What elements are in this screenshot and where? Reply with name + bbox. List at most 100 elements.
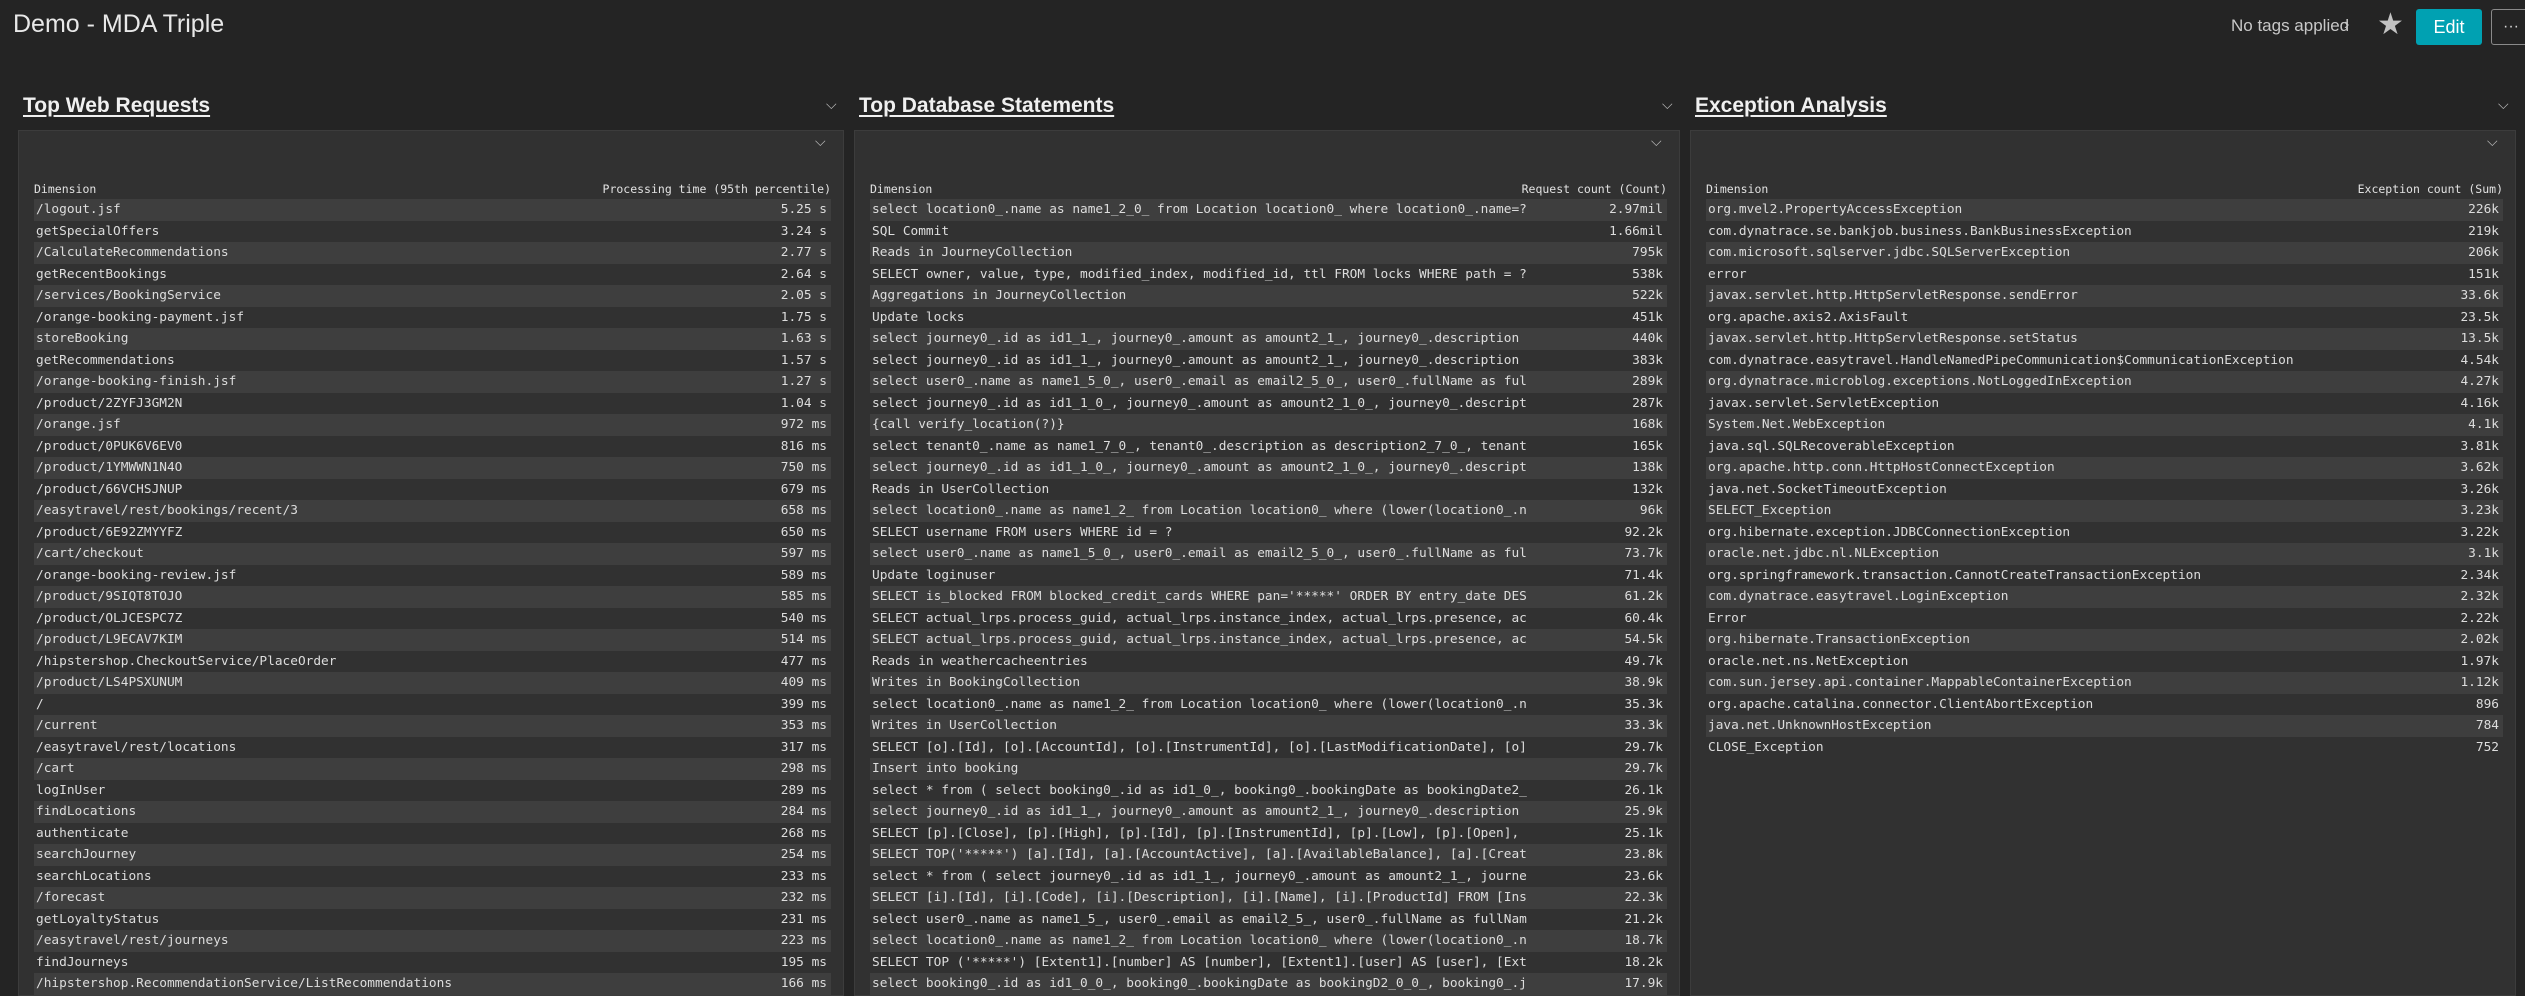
tags-link[interactable]: No tags applied	[2231, 16, 2349, 36]
table-row[interactable]: /product/1YMWWN1N4O 750 ms	[34, 457, 831, 479]
table-row[interactable]: findJourneys 195 ms	[34, 952, 831, 974]
table-row[interactable]: /product/LS4PSXUNUM 409 ms	[34, 672, 831, 694]
chevron-down-icon[interactable]: ⌵	[1662, 96, 1673, 113]
table-row[interactable]: SELECT_Exception 3.23k	[1706, 500, 2503, 522]
table-row[interactable]: Update loginuser 71.4k	[870, 565, 1667, 587]
table-row[interactable]: java.net.SocketTimeoutException 3.26k	[1706, 479, 2503, 501]
chevron-down-icon[interactable]: ⌵	[2498, 96, 2509, 113]
table-row[interactable]: Reads in UserCollection 132k	[870, 479, 1667, 501]
table-row[interactable]: Insert into booking 29.7k	[870, 758, 1667, 780]
table-row[interactable]: org.hibernate.TransactionException 2.02k	[1706, 629, 2503, 651]
table-row[interactable]: /orange-booking-payment.jsf 1.75 s	[34, 307, 831, 329]
table-row[interactable]: /orange.jsf 972 ms	[34, 414, 831, 436]
table-row[interactable]: select location0_.name as name1_2_ from …	[870, 694, 1667, 716]
table-row[interactable]: SELECT [o].[Id], [o].[AccountId], [o].[I…	[870, 737, 1667, 759]
table-row[interactable]: SELECT actual_lrps.process_guid, actual_…	[870, 608, 1667, 630]
table-row[interactable]: Error 2.22k	[1706, 608, 2503, 630]
table-row[interactable]: com.microsoft.sqlserver.jdbc.SQLServerEx…	[1706, 242, 2503, 264]
column-header-value[interactable]: Exception count (Sum)	[2358, 182, 2503, 196]
table-row[interactable]: select user0_.name as name1_5_0_, user0_…	[870, 371, 1667, 393]
table-row[interactable]: /hipstershop.RecommendationService/ListR…	[34, 973, 831, 995]
chevron-down-icon[interactable]: ⌵	[2487, 133, 2498, 150]
table-row[interactable]: select user0_.name as name1_5_, user0_.e…	[870, 909, 1667, 931]
table-row[interactable]: getRecommendations 1.57 s	[34, 350, 831, 372]
table-row[interactable]: javax.servlet.http.HttpServletResponse.s…	[1706, 285, 2503, 307]
table-row[interactable]: SELECT username FROM users WHERE id = ? 9…	[870, 522, 1667, 544]
table-row[interactable]: org.hibernate.exception.JDBCConnectionEx…	[1706, 522, 2503, 544]
table-row[interactable]: java.sql.SQLRecoverableException 3.81k	[1706, 436, 2503, 458]
table-row[interactable]: /cart 298 ms	[34, 758, 831, 780]
table-row[interactable]: javax.servlet.ServletException 4.16k	[1706, 393, 2503, 415]
table-row[interactable]: /current 353 ms	[34, 715, 831, 737]
table-row[interactable]: select journey0_.id as id1_1_0_, journey…	[870, 393, 1667, 415]
table-row[interactable]: select user0_.name as name1_5_0_, user0_…	[870, 543, 1667, 565]
table-row[interactable]: select * from ( select booking0_.id as i…	[870, 780, 1667, 802]
table-row[interactable]: Writes in UserCollection 33.3k	[870, 715, 1667, 737]
column-header-value[interactable]: Processing time (95th percentile)	[603, 182, 831, 196]
table-row[interactable]: /product/OLJCESPC7Z 540 ms	[34, 608, 831, 630]
table-row[interactable]: /product/L9ECAV7KIM 514 ms	[34, 629, 831, 651]
table-row[interactable]: /orange-booking-finish.jsf 1.27 s	[34, 371, 831, 393]
table-row[interactable]: CLOSE_Exception 752	[1706, 737, 2503, 759]
table-row[interactable]: select location0_.name as name1_2_ from …	[870, 500, 1667, 522]
table-row[interactable]: SELECT [i].[Id], [i].[Code], [i].[Descri…	[870, 887, 1667, 909]
table-row[interactable]: storeBooking 1.63 s	[34, 328, 831, 350]
column-header-dimension[interactable]: Dimension	[34, 182, 96, 196]
table-row[interactable]: getLoyaltyStatus 231 ms	[34, 909, 831, 931]
chevron-down-icon[interactable]: ⌵	[815, 133, 826, 150]
section-title[interactable]: Top Database Statements	[859, 94, 1114, 118]
table-row[interactable]: /product/9SIQT8TOJO 585 ms	[34, 586, 831, 608]
table-row[interactable]: com.dynatrace.easytravel.HandleNamedPipe…	[1706, 350, 2503, 372]
table-row[interactable]: /product/0PUK6V6EV0 816 ms	[34, 436, 831, 458]
table-row[interactable]: select location0_.name as name1_2_ from …	[870, 930, 1667, 952]
table-row[interactable]: select journey0_.id as id1_1_, journey0_…	[870, 350, 1667, 372]
table-row[interactable]: /easytravel/rest/locations 317 ms	[34, 737, 831, 759]
table-row[interactable]: SELECT TOP ('*****') [Extent1].[number] …	[870, 952, 1667, 974]
table-row[interactable]: Aggregations in JourneyCollection 522k	[870, 285, 1667, 307]
table-row[interactable]: select journey0_.id as id1_1_, journey0_…	[870, 801, 1667, 823]
table-row[interactable]: Reads in weathercacheentries 49.7k	[870, 651, 1667, 673]
table-row[interactable]: authenticate 268 ms	[34, 823, 831, 845]
section-title[interactable]: Exception Analysis	[1695, 94, 1887, 118]
column-header-value[interactable]: Request count (Count)	[1522, 182, 1667, 196]
column-header-dimension[interactable]: Dimension	[870, 182, 932, 196]
table-row[interactable]: SQL Commit 1.66mil	[870, 221, 1667, 243]
table-row[interactable]: /product/66VCHSJNUP 679 ms	[34, 479, 831, 501]
table-row[interactable]: /hipstershop.CheckoutService/PlaceOrder 4…	[34, 651, 831, 673]
edit-button[interactable]: Edit	[2416, 9, 2482, 45]
table-row[interactable]: Reads in JourneyCollection 795k	[870, 242, 1667, 264]
table-row[interactable]: org.dynatrace.microblog.exceptions.NotLo…	[1706, 371, 2503, 393]
star-icon[interactable]: ★	[2377, 10, 2404, 40]
table-row[interactable]: /services/BookingService 2.05 s	[34, 285, 831, 307]
table-row[interactable]: Update locks 451k	[870, 307, 1667, 329]
table-row[interactable]: select journey0_.id as id1_1_, journey0_…	[870, 328, 1667, 350]
table-row[interactable]: select tenant0_.name as name1_7_0_, tena…	[870, 436, 1667, 458]
table-row[interactable]: searchJourney 254 ms	[34, 844, 831, 866]
table-row[interactable]: Writes in BookingCollection 38.9k	[870, 672, 1667, 694]
table-row[interactable]: /easytravel/rest/journeys 223 ms	[34, 930, 831, 952]
table-row[interactable]: /orange-booking-review.jsf 589 ms	[34, 565, 831, 587]
table-row[interactable]: javax.servlet.http.HttpServletResponse.s…	[1706, 328, 2503, 350]
table-row[interactable]: {call verify_location(?)} 168k	[870, 414, 1667, 436]
table-row[interactable]: org.mvel2.PropertyAccessException 226k	[1706, 199, 2503, 221]
table-row[interactable]: com.dynatrace.se.bankjob.business.BankBu…	[1706, 221, 2503, 243]
table-row[interactable]: SELECT owner, value, type, modified_inde…	[870, 264, 1667, 286]
table-row[interactable]: SELECT actual_lrps.process_guid, actual_…	[870, 629, 1667, 651]
table-row[interactable]: org.apache.catalina.connector.ClientAbor…	[1706, 694, 2503, 716]
table-row[interactable]: /forecast 232 ms	[34, 887, 831, 909]
table-row[interactable]: SELECT TOP('*****') [a].[Id], [a].[Accou…	[870, 844, 1667, 866]
table-row[interactable]: /cart/checkout 597 ms	[34, 543, 831, 565]
table-row[interactable]: /logout.jsf 5.25 s	[34, 199, 831, 221]
table-row[interactable]: /easytravel/rest/bookings/recent/3 658 ms	[34, 500, 831, 522]
table-row[interactable]: select location0_.name as name1_2_0_ fro…	[870, 199, 1667, 221]
chevron-right-icon[interactable]: ›	[2344, 16, 2349, 34]
table-row[interactable]: com.dynatrace.easytravel.LoginException 2…	[1706, 586, 2503, 608]
table-row[interactable]: select booking0_.id as id1_0_0_, booking…	[870, 973, 1667, 995]
column-header-dimension[interactable]: Dimension	[1706, 182, 1768, 196]
table-row[interactable]: com.sun.jersey.api.container.MappableCon…	[1706, 672, 2503, 694]
table-row[interactable]: SELECT is_blocked FROM blocked_credit_ca…	[870, 586, 1667, 608]
table-row[interactable]: org.springframework.transaction.CannotCr…	[1706, 565, 2503, 587]
chevron-down-icon[interactable]: ⌵	[826, 96, 837, 113]
chevron-down-icon[interactable]: ⌵	[1651, 133, 1662, 150]
table-row[interactable]: searchLocations 233 ms	[34, 866, 831, 888]
